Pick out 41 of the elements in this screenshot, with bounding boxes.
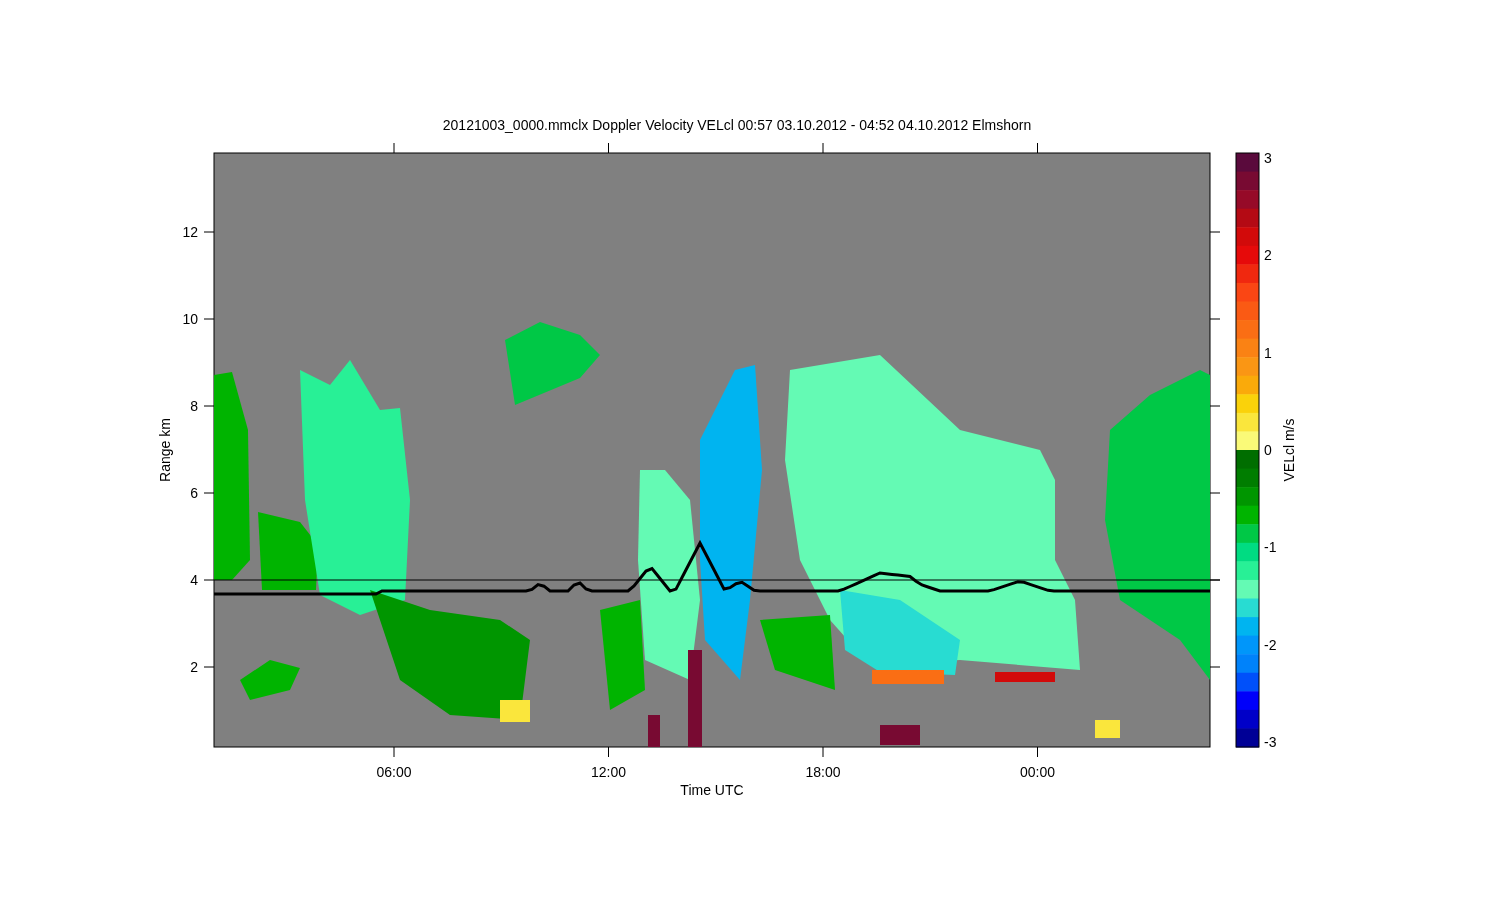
tick-mark bbox=[1037, 746, 1038, 758]
tick-mark bbox=[203, 492, 215, 494]
tick-mark bbox=[393, 746, 395, 758]
y-tick-label: 2 bbox=[190, 659, 198, 675]
tick-mark bbox=[608, 746, 609, 758]
tick-mark bbox=[203, 231, 215, 233]
plot-title: 20121003_0000.mmclx Doppler Velocity VELcl 00:57 03.10.2012 - 04:52 04.10.2012 Elmshorn bbox=[442, 117, 1032, 133]
tick-mark bbox=[822, 746, 824, 758]
x-axis-label: Time UTC bbox=[680, 782, 744, 798]
y-tick-label: 12 bbox=[182, 224, 198, 240]
tick-mark bbox=[203, 405, 215, 407]
colorbar-tick-label: 0 bbox=[1264, 441, 1272, 458]
x-tick-label: 06:00 bbox=[376, 764, 412, 780]
tick-mark bbox=[608, 142, 609, 154]
tick-mark bbox=[393, 142, 395, 154]
tick-mark bbox=[1209, 231, 1221, 233]
y-tick-label: 8 bbox=[190, 398, 198, 414]
colorbar-tick-label: -3 bbox=[1264, 733, 1277, 750]
tick-mark bbox=[822, 142, 824, 154]
y-tick-label: 4 bbox=[190, 572, 198, 588]
tick-mark bbox=[203, 318, 215, 320]
x-tick-label: 00:00 bbox=[1020, 764, 1055, 780]
colorbar-label: VELcl m/s bbox=[1281, 418, 1297, 482]
colorbar-tick-label: 1 bbox=[1264, 344, 1272, 361]
y-tick-label: 6 bbox=[190, 485, 198, 501]
y-axis-label: Range km bbox=[157, 418, 173, 482]
tick-mark bbox=[1209, 318, 1221, 320]
tick-mark bbox=[1209, 405, 1221, 407]
tick-mark bbox=[1209, 492, 1221, 494]
tick-mark bbox=[203, 579, 215, 581]
colorbar-tick-label: 2 bbox=[1264, 247, 1272, 264]
colorbar-tick-label: -2 bbox=[1264, 636, 1277, 653]
tick-mark bbox=[1037, 142, 1038, 154]
tick-mark bbox=[1209, 579, 1221, 581]
x-tick-label: 18:00 bbox=[805, 764, 841, 780]
tick-mark bbox=[203, 666, 215, 668]
tick-mark bbox=[1209, 666, 1221, 668]
colorbar-tick-label: 3 bbox=[1264, 150, 1272, 166]
x-tick-label: 12:00 bbox=[591, 764, 626, 780]
colorbar-tick-label: -1 bbox=[1264, 539, 1277, 556]
y-tick-label: 10 bbox=[182, 311, 198, 327]
